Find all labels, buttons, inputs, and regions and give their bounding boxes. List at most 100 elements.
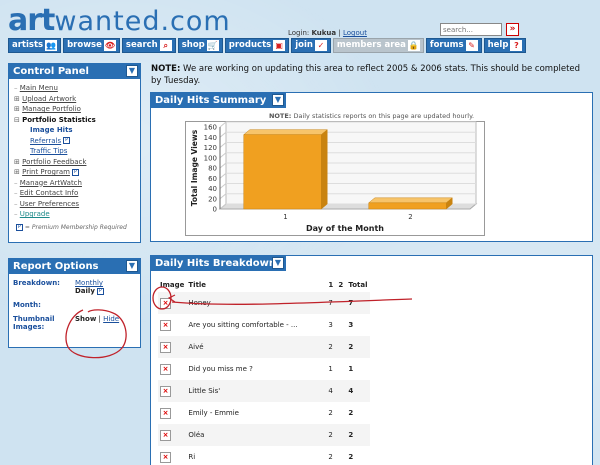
- nav-tab-help[interactable]: help?: [483, 38, 527, 53]
- cell-title: Did you miss me ?: [188, 365, 253, 373]
- menu-link-referrals[interactable]: Referrals: [30, 137, 61, 145]
- nav-tab-artists[interactable]: artists 👥: [8, 38, 62, 53]
- nav-tab-label: products: [228, 40, 272, 50]
- table-row[interactable]: × Aivé 2 2: [158, 336, 370, 358]
- thumbnail-show-selected: Show: [75, 315, 97, 323]
- nav-tab-label: search: [125, 40, 158, 50]
- nav-tab-browse[interactable]: browse 👁: [63, 38, 120, 53]
- breakdown-label: Breakdown:: [13, 279, 60, 287]
- nav-tab-join[interactable]: join ✓: [291, 38, 331, 53]
- y-tick-label: 80: [208, 165, 217, 173]
- month-label: Month:: [13, 301, 41, 309]
- y-tick-label: 60: [208, 175, 217, 183]
- breakdown-monthly-link[interactable]: Monthly: [75, 279, 103, 287]
- broken-image-icon[interactable]: ×: [160, 429, 171, 441]
- cell-d1: 2: [328, 453, 333, 461]
- search-input[interactable]: [440, 23, 502, 36]
- menu-link-edit-contact-info[interactable]: Edit Contact Info: [20, 189, 79, 197]
- menu-link-portfolio-statistics[interactable]: Portfolio Statistics: [22, 116, 96, 124]
- table-row[interactable]: × Little Sis' 4 4: [158, 380, 370, 402]
- menu-item-referrals[interactable]: Referrals P: [30, 136, 135, 147]
- y-tick-label: 120: [204, 144, 217, 152]
- lock-icon: 🔒: [407, 40, 420, 51]
- menu-link-portfolio-feedback[interactable]: Portfolio Feedback: [22, 158, 86, 166]
- notice-prefix: NOTE:: [151, 64, 181, 74]
- breakdown-daily-selected: Daily: [75, 287, 95, 295]
- menu-link-manage-portfolio[interactable]: Manage Portfolio: [22, 105, 81, 113]
- cell-d1: 2: [328, 431, 333, 439]
- broken-image-icon[interactable]: ×: [160, 451, 171, 463]
- cell-d1: 3: [328, 321, 333, 329]
- menu-item-manage-artwatch[interactable]: – Manage ArtWatch: [14, 178, 135, 189]
- logout-link[interactable]: Logout: [343, 29, 367, 37]
- premium-badge-icon: P: [63, 137, 71, 144]
- menu-item-user-preferences[interactable]: – User Preferences: [14, 199, 135, 210]
- cell-d1: 1: [328, 365, 333, 373]
- x-tick-label: 1: [283, 213, 287, 221]
- menu-item-portfolio-statistics[interactable]: ⊟ Portfolio Statistics: [14, 115, 135, 126]
- cell-total: 1: [348, 365, 354, 373]
- products-icon: ▣: [273, 40, 286, 51]
- broken-image-icon[interactable]: ×: [160, 407, 171, 419]
- menu-item-main-menu[interactable]: – Main Menu: [14, 83, 135, 94]
- menu-link-main-menu[interactable]: Main Menu: [20, 84, 58, 92]
- menu-item-upgrade[interactable]: – Upgrade: [14, 209, 135, 220]
- menu-link-user-preferences[interactable]: User Preferences: [20, 200, 79, 208]
- nav-tab-shop[interactable]: shop 🛒: [177, 38, 223, 53]
- nav-tab-members-area[interactable]: members area 🔒: [332, 38, 424, 53]
- y-tick-label: 140: [204, 134, 217, 142]
- broken-image-icon[interactable]: ×: [160, 297, 171, 309]
- menu-link-upgrade[interactable]: Upgrade: [20, 210, 50, 218]
- chevron-down-icon[interactable]: ▼: [126, 260, 138, 272]
- nav-tab-label: members area: [336, 40, 406, 50]
- table-row[interactable]: × Are you sitting comfortable - ... 3 3: [158, 314, 370, 336]
- control-panel-menu: – Main Menu ⊞ Upload Artwork ⊞ Manage Po…: [9, 79, 140, 224]
- control-panel-title: Control Panel: [13, 66, 89, 77]
- magnifier-icon: ⌕: [159, 40, 172, 51]
- table-row[interactable]: × Oléa 2 2: [158, 424, 370, 446]
- menu-item-portfolio-feedback[interactable]: ⊞ Portfolio Feedback: [14, 157, 135, 168]
- chevron-down-icon[interactable]: ▼: [272, 94, 284, 106]
- menu-item-image-hits[interactable]: Image Hits: [30, 125, 135, 136]
- cart-icon: 🛒: [206, 40, 219, 51]
- menu-item-manage-portfolio[interactable]: ⊞ Manage Portfolio: [14, 104, 135, 115]
- summary-note-prefix: NOTE:: [268, 112, 292, 120]
- cell-total: 2: [348, 453, 354, 461]
- table-row[interactable]: × Did you miss me ? 1 1: [158, 358, 370, 380]
- people-icon: 👥: [45, 40, 58, 51]
- search-go-button[interactable]: »: [506, 23, 519, 36]
- nav-tab-label: forums: [429, 40, 464, 50]
- nav-tab-label: browse: [67, 40, 102, 50]
- menu-item-upload-artwork[interactable]: ⊞ Upload Artwork: [14, 94, 135, 105]
- menu-link-manage-artwatch[interactable]: Manage ArtWatch: [20, 179, 82, 187]
- broken-image-icon[interactable]: ×: [160, 319, 171, 331]
- nav-tab-forums[interactable]: forums ✎: [425, 38, 482, 53]
- table-row[interactable]: × Emily - Emmie 2 2: [158, 402, 370, 424]
- report-options-panel: Report Options ▼ Breakdown: Monthly Dail…: [8, 258, 141, 348]
- nav-tab-products[interactable]: products ▣: [224, 38, 290, 53]
- separator: |: [98, 315, 101, 323]
- menu-link-print-program[interactable]: Print Program: [22, 168, 70, 176]
- premium-badge-icon: P: [16, 223, 23, 231]
- table-row[interactable]: × Honey 7 7: [158, 292, 370, 314]
- menu-item-edit-contact-info[interactable]: – Edit Contact Info: [14, 188, 135, 199]
- chevron-down-icon[interactable]: ▼: [126, 65, 138, 77]
- menu-link-traffic-tips[interactable]: Traffic Tips: [30, 147, 67, 155]
- cell-d2: [336, 402, 346, 424]
- menu-item-print-program[interactable]: ⊞ Print Program P: [14, 167, 135, 178]
- broken-image-icon[interactable]: ×: [160, 363, 171, 375]
- table-row[interactable]: × Ri 2 2: [158, 446, 370, 465]
- chat-icon: ✎: [465, 40, 478, 51]
- cell-d2: [336, 446, 346, 465]
- menu-link-image-hits[interactable]: Image Hits: [30, 126, 73, 134]
- site-logo[interactable]: artwanted.com: [8, 6, 231, 37]
- chevron-down-icon[interactable]: ▼: [272, 257, 284, 269]
- broken-image-icon[interactable]: ×: [160, 341, 171, 353]
- thumbnail-hide-link[interactable]: Hide: [103, 315, 119, 323]
- logo-text-wanted: wanted.com: [54, 6, 231, 37]
- menu-item-traffic-tips[interactable]: Traffic Tips: [30, 146, 135, 157]
- nav-tab-label: join: [295, 40, 313, 50]
- nav-tab-search[interactable]: search ⌕: [121, 38, 176, 53]
- menu-link-upload-artwork[interactable]: Upload Artwork: [22, 95, 76, 103]
- broken-image-icon[interactable]: ×: [160, 385, 171, 397]
